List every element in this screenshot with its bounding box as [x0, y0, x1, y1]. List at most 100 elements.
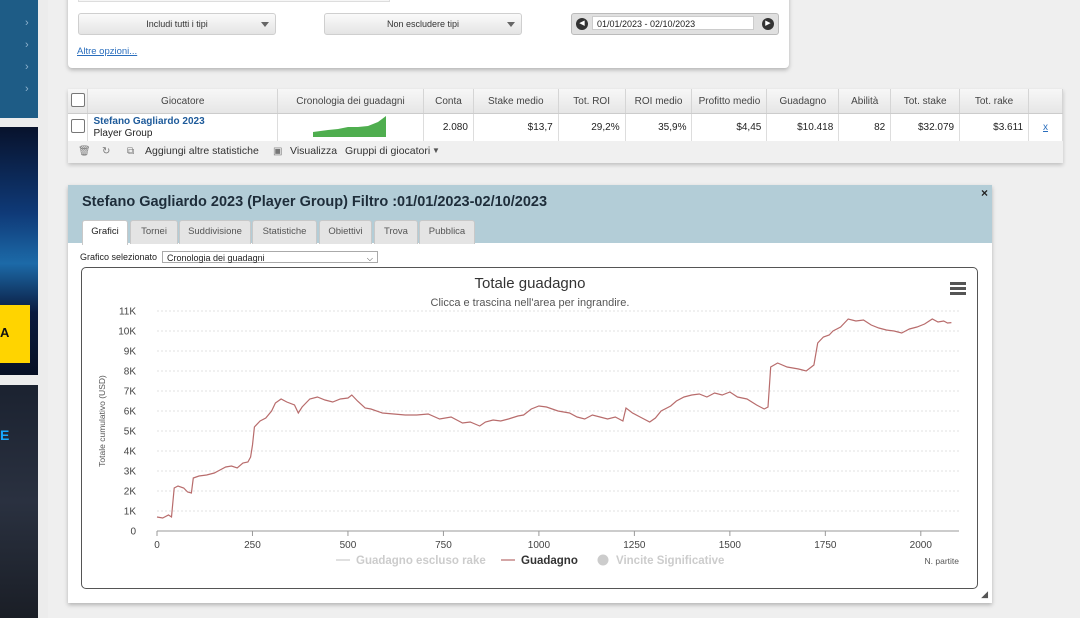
- tab-pubblica[interactable]: Pubblica: [419, 220, 475, 244]
- legend-symbol: [597, 554, 609, 566]
- col-header[interactable]: Tot. stake: [890, 89, 961, 114]
- chart-title: Totale guadagno: [475, 275, 586, 292]
- tab-suddivisione[interactable]: Suddivisione: [179, 220, 251, 244]
- profit-sparkline: [312, 116, 386, 137]
- row-checkbox[interactable]: [70, 119, 85, 133]
- panel-title: Stefano Gagliardo 2023 (Player Group) Fi…: [82, 194, 548, 210]
- top-input[interactable]: [78, 0, 390, 2]
- legend-item-vincite-significative[interactable]: Vincite Significative: [597, 554, 725, 568]
- col-header[interactable]: Cronologia dei guadagni: [277, 89, 424, 114]
- x-tick-label: 250: [244, 540, 261, 551]
- player-name-link[interactable]: Stefano Gagliardo 2023: [93, 116, 271, 128]
- graph-select-label: Grafico selezionato: [80, 252, 158, 262]
- x-tick-label: 0: [154, 540, 160, 551]
- resize-icon[interactable]: ◢: [981, 589, 988, 600]
- y-tick-label: 11K: [119, 307, 136, 318]
- col-header[interactable]: Stake medio: [473, 89, 559, 114]
- tab-tornei[interactable]: Tornei: [130, 220, 178, 244]
- chevron-right-icon[interactable]: ›: [25, 83, 29, 95]
- col-header[interactable]: Profitto medio: [691, 89, 768, 114]
- col-header[interactable]: Conta: [423, 89, 474, 114]
- type-exclude-select[interactable]: Non escludere tipi: [324, 13, 522, 35]
- menu-icon[interactable]: [950, 282, 966, 285]
- refresh-icon[interactable]: ↻: [102, 146, 110, 157]
- cell-tot-rake: $3.611: [959, 113, 1029, 142]
- dropdown-arrow-icon: [507, 22, 515, 27]
- col-header[interactable]: Tot. rake: [959, 89, 1029, 114]
- chevron-right-icon[interactable]: ›: [25, 17, 29, 29]
- col-header[interactable]: Guadagno: [766, 89, 840, 114]
- menu-icon[interactable]: [950, 287, 966, 290]
- date-range-input[interactable]: 01/01/2023 - 02/10/2023: [592, 16, 754, 30]
- y-tick-label: 9K: [124, 347, 137, 358]
- panel-header: Stefano Gagliardo 2023 (Player Group) Fi…: [68, 185, 992, 245]
- x-axis-label: N. partite: [925, 556, 960, 566]
- table-row: Stefano Gagliardo 2023 Player Group 2.08…: [68, 113, 1063, 142]
- tab-grafici[interactable]: Grafici: [82, 220, 128, 245]
- x-tick-label: 1750: [814, 540, 837, 551]
- x-tick-label: 1500: [719, 540, 742, 551]
- left-nav: › › › ›: [0, 0, 38, 118]
- x-tick-label: 500: [340, 540, 357, 551]
- y-tick-label: 5K: [124, 427, 137, 438]
- add-stats-button[interactable]: Aggiungi altre statistiche: [145, 145, 259, 157]
- filter-panel: Includi tutti i tipi Non escludere tipi …: [68, 0, 789, 68]
- chevron-right-icon[interactable]: ›: [25, 61, 29, 73]
- trash-icon[interactable]: 🗑: [78, 146, 91, 157]
- type-include-select[interactable]: Includi tutti i tipi: [78, 13, 276, 35]
- chevron-right-icon[interactable]: ›: [25, 39, 29, 51]
- player-groups-button[interactable]: Gruppi di giocatori: [345, 145, 430, 157]
- select-all-cell[interactable]: [68, 89, 89, 114]
- col-header[interactable]: Abilità: [838, 89, 892, 114]
- profit-chart[interactable]: Totale guadagno Clicca e trascina nell'a…: [82, 268, 977, 588]
- col-header[interactable]: ROI medio: [625, 89, 693, 114]
- cell-tot-stake: $32.079: [890, 113, 961, 142]
- col-header[interactable]: Tot. ROI: [558, 89, 626, 114]
- dropdown-arrow-icon: [261, 22, 269, 27]
- legend-item-guadagno-escluso-rake[interactable]: Guadagno escluso rake: [336, 555, 486, 567]
- date-range-picker[interactable]: ◀ 01/01/2023 - 02/10/2023 ▶: [571, 13, 779, 35]
- x-tick-label: 750: [435, 540, 452, 551]
- ad-banner-bottom[interactable]: E: [0, 385, 38, 618]
- x-tick-label: 2000: [910, 540, 933, 551]
- legend-label: Guadagno: [521, 555, 578, 567]
- graph-select-value: Cronologia dei guadagni: [167, 253, 265, 263]
- left-sidebar: › › › › A E: [0, 0, 48, 618]
- add-stats-icon[interactable]: ⧉: [127, 146, 134, 157]
- chevron-down-icon: ⌵: [366, 254, 373, 263]
- dropdown-arrow-icon[interactable]: ▼: [432, 146, 440, 155]
- y-tick-label: 10K: [118, 327, 136, 338]
- remove-row-link[interactable]: x: [1028, 113, 1063, 142]
- series-line-guadagno: [156, 318, 952, 519]
- next-date-icon[interactable]: ▶: [762, 18, 774, 30]
- table-header-row: Giocatore Cronologia dei guadagni Conta …: [68, 89, 1063, 114]
- tab-statistiche[interactable]: Statistiche: [252, 220, 317, 244]
- row-select-cell[interactable]: [68, 113, 89, 142]
- ad-banner-top[interactable]: A: [0, 127, 38, 375]
- more-options-link[interactable]: Altre opzioni...: [77, 46, 137, 57]
- cell-tot-roi: 29,2%: [558, 113, 626, 142]
- chart-container[interactable]: Totale guadagno Clicca e trascina nell'a…: [81, 267, 978, 589]
- cell-stake-medio: $13,7: [473, 113, 559, 142]
- close-icon[interactable]: ×: [981, 186, 988, 200]
- y-tick-label: 6K: [124, 407, 137, 418]
- sparkline-cell: [277, 113, 424, 142]
- y-tick-label: 3K: [124, 467, 137, 478]
- x-tick-label: 1000: [528, 540, 551, 551]
- ad-yellow-block: A: [0, 305, 30, 363]
- cell-roi-medio: 35,9%: [625, 113, 693, 142]
- prev-date-icon[interactable]: ◀: [576, 18, 588, 30]
- view-icon[interactable]: ▣: [273, 146, 282, 157]
- stats-table-panel: Giocatore Cronologia dei guadagni Conta …: [68, 89, 1063, 163]
- cell-profitto-medio: $4,45: [691, 113, 768, 142]
- select-all-checkbox[interactable]: [70, 92, 85, 107]
- view-button[interactable]: Visualizza: [290, 145, 337, 157]
- graph-select[interactable]: Cronologia dei guadagni ⌵: [162, 251, 378, 263]
- tab-trova[interactable]: Trova: [374, 220, 418, 244]
- menu-icon[interactable]: [950, 292, 966, 295]
- tab-obiettivi[interactable]: Obiettivi: [319, 220, 372, 244]
- player-detail-panel: Stefano Gagliardo 2023 (Player Group) Fi…: [68, 185, 992, 603]
- col-header[interactable]: Giocatore: [87, 89, 278, 114]
- legend-item-guadagno[interactable]: Guadagno: [501, 555, 578, 567]
- type-exclude-label: Non escludere tipi: [386, 19, 460, 29]
